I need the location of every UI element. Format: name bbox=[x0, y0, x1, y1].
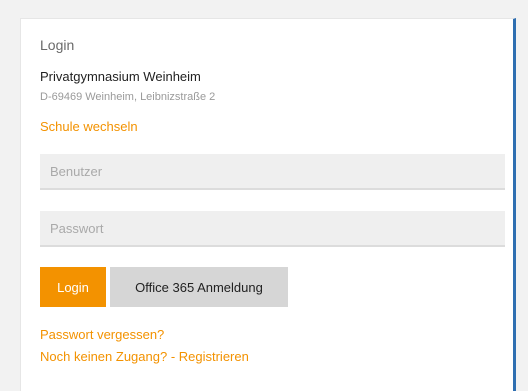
school-name: Privatgymnasium Weinheim bbox=[40, 69, 201, 84]
login-panel: Login Privatgymnasium Weinheim D-69469 W… bbox=[20, 18, 516, 391]
forgot-password-link[interactable]: Passwort vergessen? bbox=[40, 327, 164, 342]
register-link[interactable]: Noch keinen Zugang? - Registrieren bbox=[40, 349, 249, 364]
login-heading: Login bbox=[40, 37, 75, 53]
switch-school-link[interactable]: Schule wechseln bbox=[40, 119, 138, 134]
login-button[interactable]: Login bbox=[40, 267, 106, 307]
password-input[interactable] bbox=[40, 211, 505, 247]
school-address: D-69469 Weinheim, Leibnizstraße 2 bbox=[40, 91, 216, 103]
username-input[interactable] bbox=[40, 154, 505, 190]
office365-login-button[interactable]: Office 365 Anmeldung bbox=[110, 267, 288, 307]
